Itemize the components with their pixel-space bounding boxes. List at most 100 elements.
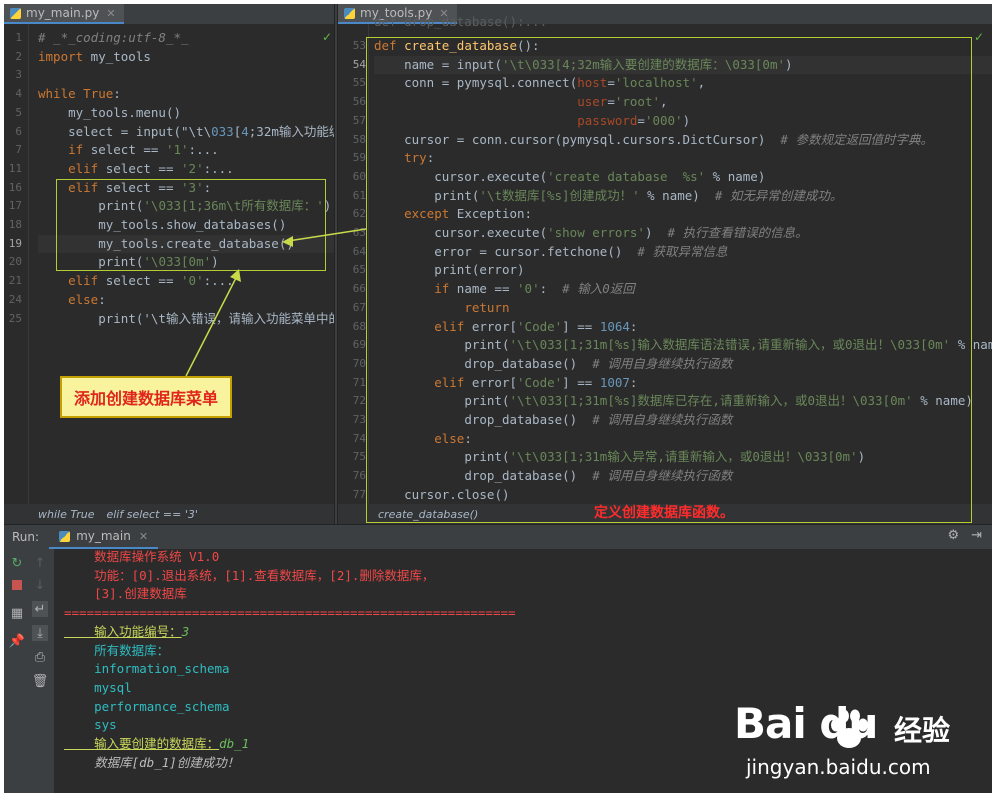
console-text: ========================================…	[64, 605, 516, 621]
watermark-url: jingyan.baidu.com	[746, 755, 931, 779]
console-text: 功能：[0].退出系统，[1].查看数据库，[2].删除数据库，	[64, 567, 435, 583]
run-tab[interactable]: my_main ✕	[49, 525, 159, 549]
line-number: 5	[15, 105, 22, 119]
gutter-separator	[28, 24, 29, 524]
line-number: 68	[352, 319, 366, 333]
pin-icon[interactable]: 📌	[9, 633, 25, 649]
line-number: 3	[15, 68, 22, 82]
tab-my-main[interactable]: my_main.py ✕	[4, 4, 124, 24]
console-line: 输入要创建的数据库：db_1	[64, 735, 249, 754]
line-number: 7	[15, 143, 22, 157]
layout-icon[interactable]: ▦	[9, 605, 25, 621]
python-file-icon	[344, 7, 355, 19]
close-icon[interactable]: ✕	[106, 7, 115, 20]
code-line[interactable]: select = input("\t\033[4;32m输入功能编号	[38, 123, 334, 142]
annotation-box-menu	[56, 179, 326, 271]
line-number: 25	[8, 311, 22, 325]
run-panel: Run: my_main ✕ ⚙ ⇥ ↻ ▦ 📌 ↑ ↓ ↵ ⤓ ⎙ 🗑 数据库…	[4, 524, 992, 793]
line-number: 1	[15, 31, 22, 44]
run-toolbar: ⚙ ⇥	[947, 528, 982, 543]
trash-icon[interactable]: 🗑	[32, 673, 49, 689]
line-number: 75	[352, 450, 366, 464]
code-line[interactable]: print('\t输入错误，请输入功能菜单中的	[38, 310, 334, 329]
run-tab-label: my_main	[76, 529, 131, 543]
line-number: 4	[15, 87, 22, 101]
console-text: 数据库[db_1]创建成功！	[64, 754, 240, 770]
console-line: ========================================…	[64, 604, 516, 623]
tab-label: my_main.py	[26, 6, 100, 20]
line-number: 74	[352, 431, 366, 445]
console-user-input: db_1	[219, 736, 250, 751]
code-line[interactable]: # _*_coding:utf-8_*_	[38, 29, 189, 48]
up-arrow-icon[interactable]: ↑	[32, 555, 48, 571]
line-number: 63	[352, 226, 366, 239]
code-line[interactable]: my_tools.menu()	[38, 104, 181, 123]
console-text: 所有数据库：	[64, 642, 170, 658]
console-line: 数据库操作系统 V1.0	[64, 548, 219, 567]
line-number: 65	[352, 263, 366, 277]
hide-icon[interactable]: ⇥	[971, 528, 982, 543]
line-number: 66	[352, 282, 366, 296]
inspection-ok-icon: ✓	[322, 30, 333, 44]
scroll-end-icon[interactable]: ⤓	[32, 625, 48, 641]
gear-icon[interactable]: ⚙	[947, 528, 959, 543]
line-number: 77	[352, 487, 366, 501]
breadcrumb-item[interactable]: elif select == '3'	[106, 508, 197, 521]
console-text: mysql	[64, 679, 132, 695]
console-line: 输入功能编号：3	[64, 623, 189, 642]
paw-logo-icon	[831, 709, 868, 748]
soft-wrap-icon[interactable]: ↵	[32, 601, 48, 617]
line-number: 24	[8, 292, 22, 306]
left-tabbar: my_main.py ✕	[4, 4, 334, 25]
line-number: 64	[352, 244, 366, 258]
console-user-input: 3	[181, 623, 190, 639]
code-line[interactable]: elif select == '2':...	[38, 160, 234, 179]
rerun-icon[interactable]: ↻	[9, 555, 25, 571]
line-number: 11	[8, 161, 22, 175]
annotation-label-menu: 添加创建数据库菜单	[60, 376, 232, 418]
line-number: 19	[8, 236, 22, 250]
ide-window: my_main.py ✕ 1 # _*_coding:utf-8_*_ 2 impor…	[4, 4, 992, 793]
console-line: information_schema	[64, 660, 230, 679]
run-header: Run: my_main ✕ ⚙ ⇥	[4, 524, 992, 549]
line-number: 58	[352, 132, 366, 146]
line-number: 76	[352, 469, 366, 483]
line-number: 18	[8, 218, 22, 231]
line-number: 16	[8, 180, 22, 194]
python-file-icon	[10, 7, 21, 19]
watermark-cn: 经验	[894, 714, 951, 747]
line-number: 55	[352, 76, 366, 90]
code-line[interactable]: if select == '1':...	[38, 141, 219, 160]
line-number: 61	[352, 188, 366, 202]
console-text: 输入功能编号：	[64, 623, 182, 639]
breadcrumb-item[interactable]: while True	[38, 508, 94, 521]
line-number: 6	[15, 124, 22, 138]
code-line[interactable]: else:	[38, 291, 106, 310]
stop-icon[interactable]	[9, 577, 25, 593]
annotation-label-function: 定义创建数据库函数。	[594, 505, 734, 521]
console-text: sys	[64, 717, 117, 733]
run-title: Run:	[12, 530, 40, 544]
code-line[interactable]: while True:	[38, 85, 121, 104]
line-number: 60	[352, 169, 366, 183]
console-text: 数据库操作系统 V1.0	[64, 549, 220, 564]
console-line: mysql	[64, 679, 132, 698]
console-line: 数据库[db_1]创建成功！	[64, 754, 239, 773]
code-line[interactable]: import my_tools	[38, 48, 151, 67]
console-text: [3].创建数据库	[64, 586, 187, 602]
console-text: information_schema	[64, 661, 230, 677]
code-line-partial: def drop_database():...	[374, 14, 548, 29]
print-icon[interactable]: ⎙	[32, 649, 48, 665]
line-number: 54	[352, 57, 366, 71]
line-number: 20	[8, 255, 22, 269]
run-sidebar: ↻ ▦ 📌 ↑ ↓ ↵ ⤓ ⎙ 🗑	[4, 549, 54, 793]
line-number: 67	[352, 300, 366, 314]
close-icon[interactable]: ✕	[139, 530, 148, 543]
down-arrow-icon[interactable]: ↓	[32, 577, 48, 593]
line-number: 59	[352, 151, 366, 165]
console-text: performance_schema	[64, 698, 230, 714]
console-line: [3].创建数据库	[64, 585, 187, 604]
line-number: 69	[352, 338, 366, 352]
code-line[interactable]: elif select == '0':...	[38, 272, 234, 291]
line-number: 73	[352, 413, 366, 426]
